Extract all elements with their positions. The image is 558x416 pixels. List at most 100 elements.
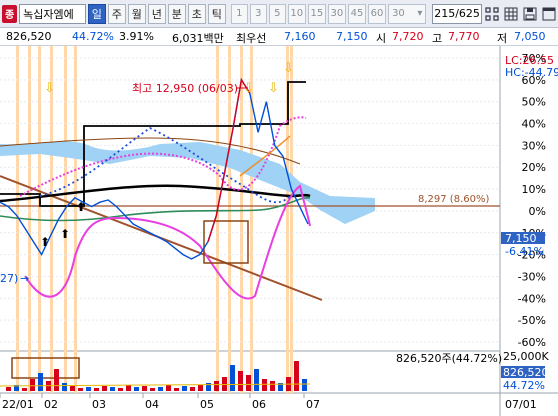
period-tab-year[interactable]: 년 [147,3,166,24]
price-axis-tick: 20% [522,161,546,174]
interval-45[interactable]: 45 [347,3,366,24]
interval-10[interactable]: 10 [287,3,306,24]
price-axis-tick: 50% [522,96,546,109]
volume-pct: 44.72% [72,30,114,43]
volume-bar [294,361,299,391]
current-pct-value: -6.41% [505,245,544,258]
price-axis-tick: 40% [522,118,546,131]
volume-value: 826,520 [6,30,52,43]
time-axis-right-label: 07/01 [505,398,537,411]
interval-select-value: 30 [392,8,405,19]
volume-bar [254,369,259,391]
interval-30[interactable]: 30 [327,3,346,24]
save-icon[interactable] [522,4,539,24]
price-axis-tick: 0% [529,205,546,218]
volume-label: 826,520주(44.72%) [396,352,502,365]
stock-name-field[interactable]: 녹십자엠에 [19,3,86,24]
quote-info-bar: 826,520 44.72% 3.91% 6,031백만 최우선 7,160 7… [0,28,558,46]
interval-1[interactable]: 1 [230,3,248,24]
time-axis-tick: 07 [306,398,320,411]
period-tab-day[interactable]: 일 [87,3,106,24]
volume-highlight-box [11,357,80,379]
volume-bar [174,388,179,391]
open-label: 시 [376,32,387,45]
volume-bar [158,387,163,391]
volume-bar [246,375,251,391]
highlight-band [216,46,219,393]
volume-bar [110,387,115,391]
volume-bar [134,387,139,391]
time-axis-ticks: 22/01 02 03 04 05 06 07 [0,393,320,411]
volume-bar [38,373,43,391]
volume-bar [198,385,203,391]
interval-select[interactable]: 30 ▾ [388,3,427,24]
price-axis-tick: 30% [522,139,546,152]
ask-price: 7,150 [336,30,368,43]
trade-amount: 6,031백만 [172,32,224,45]
volume-axis-max: 25,000K [503,350,549,363]
period-tab-minute[interactable]: 분 [167,3,186,24]
volume-bar [214,381,219,391]
volume-bars [0,361,311,391]
interval-3[interactable]: 3 [249,3,267,24]
volume-bar [6,387,11,391]
highlight-band [50,46,53,393]
volume-bar [30,379,35,391]
high-annotation: 최고 12,950 (06/03) [132,82,238,95]
arrow-right-icon: → [20,272,29,285]
volume-bar [222,377,227,391]
time-axis-tick: 03 [92,398,106,411]
period-tab-second[interactable]: 초 [187,3,206,24]
chevron-down-icon: ▾ [417,8,423,19]
volume-box-value: 826,520 [503,366,549,379]
time-axis-tick: 06 [252,398,266,411]
volume-bar [78,388,83,391]
hc-label: HC:-44.79 [505,66,558,79]
interval-5[interactable]: 5 [268,3,286,24]
bar-count-field[interactable]: 215/625 [432,3,482,24]
time-axis-tick: 02 [44,398,58,411]
bid-price: 7,160 [284,30,316,43]
signal-up-arrow-1: ⬆ [40,235,50,249]
time-axis-tick: 22/01 [2,398,34,411]
hline-label: 8,297 (8.60%) [418,194,489,205]
period-tab-week[interactable]: 주 [107,3,126,24]
highlight-band [240,46,243,393]
signal-up-arrow-2: ⬆ [60,227,70,241]
interval-60[interactable]: 60 [368,3,387,24]
signal-down-arrow-4: ⇩ [283,61,294,76]
price-chart[interactable]: 70%60%50%40%30%20%10%0%-10%-20%-30%-40%-… [0,46,558,416]
crosshair-grid-icon[interactable] [484,4,501,24]
period-tab-month[interactable]: 월 [127,3,146,24]
volume-bar [22,388,27,391]
volume-bar [102,386,107,391]
volume-box-pct: 44.72% [503,379,545,392]
volume-bar [62,383,67,391]
table-grid-icon[interactable] [503,4,520,24]
open-price: 7,720 [392,30,424,43]
volume-bar [302,379,307,391]
low-label: 저 [497,32,508,45]
time-axis-tick: 05 [200,398,214,411]
price-axis-tick: -40% [518,292,546,305]
priority-label: 최우선 [236,32,267,45]
volume-bar [118,388,123,391]
volume-bar [230,365,235,391]
signal-up-arrow-3: ⬆ [76,200,86,214]
volume-bar [54,369,59,391]
volume-bar [262,379,267,391]
price-axis-tick: -30% [518,270,546,283]
stock-code-badge[interactable]: 종 [2,4,18,23]
volume-bar [70,386,75,391]
maximize-icon[interactable] [541,4,558,24]
volume-bar [182,386,187,391]
turnover-rate: 3.91% [119,30,154,43]
period-tab-tick[interactable]: 틱 [207,3,226,24]
interval-15[interactable]: 15 [307,3,326,24]
signal-down-arrow-1: ⇩ [44,81,55,96]
signal-down-arrow-3: ⇩ [268,81,279,96]
current-price-value: 7,150 [505,232,537,245]
volume-bar [166,385,171,391]
volume-bar [142,386,147,391]
high-price: 7,770 [448,30,480,43]
